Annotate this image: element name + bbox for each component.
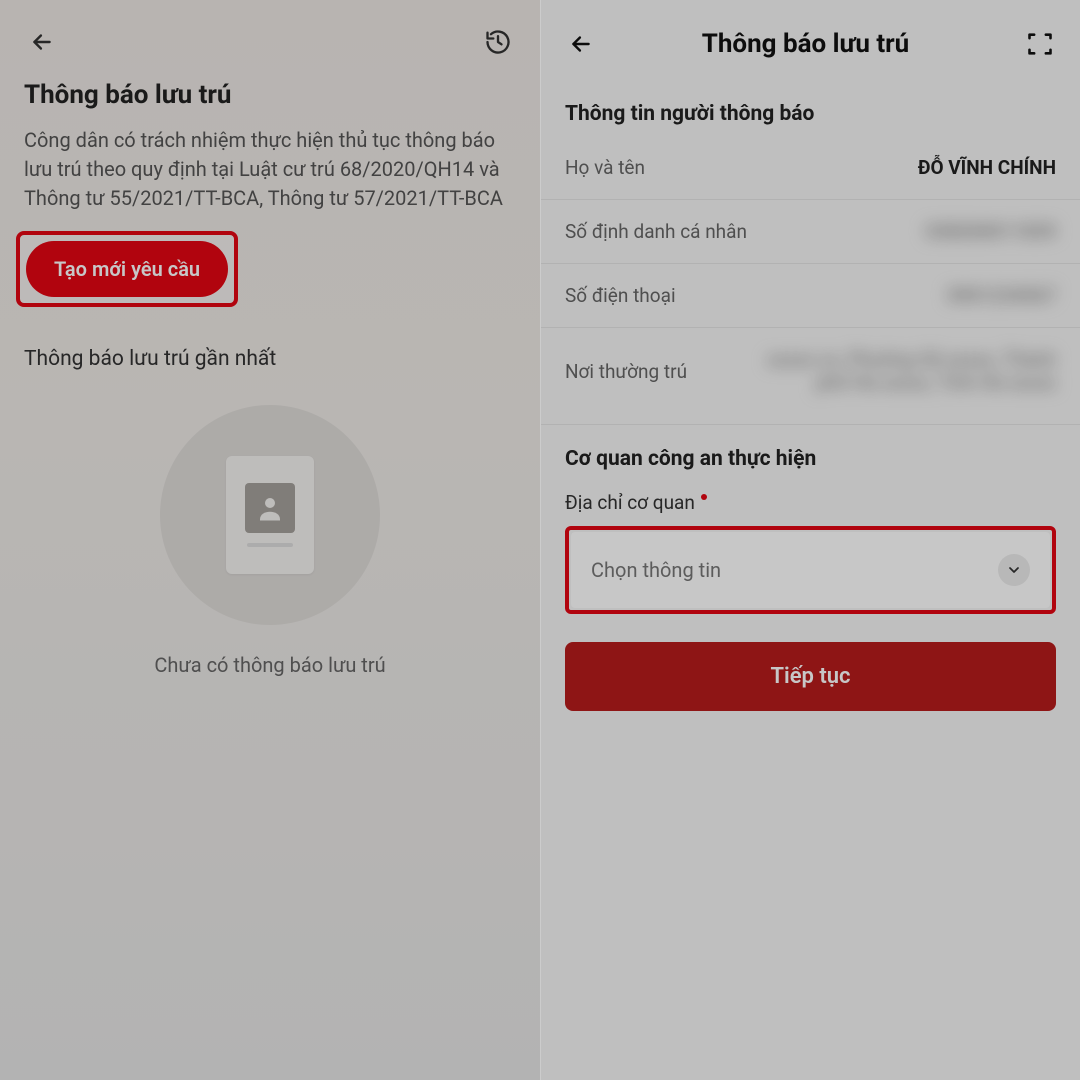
empty-card-icon	[226, 456, 314, 574]
agency-section: Cơ quan công an thực hiện Địa chỉ cơ qua…	[541, 425, 1080, 711]
phone-value: 0901234567	[947, 284, 1056, 307]
empty-state: Chưa có thông báo lưu trú	[0, 395, 540, 677]
create-highlight: Tạo mới yêu cầu	[16, 231, 238, 307]
select-highlight: Chọn thông tin	[565, 526, 1056, 614]
scan-icon[interactable]	[1022, 26, 1058, 62]
empty-circle-bg	[160, 405, 380, 625]
required-dot-icon	[701, 494, 707, 500]
row-phone: Số điện thoại 0901234567	[541, 264, 1080, 328]
card-line	[247, 543, 293, 547]
row-name: Họ và tên ĐỖ VĨNH CHÍNH	[541, 136, 1080, 200]
continue-button[interactable]: Tiếp tục	[565, 642, 1056, 711]
residence-label: Nơi thường trú	[565, 360, 687, 383]
row-id: Số định danh cá nhân 038200011839	[541, 200, 1080, 264]
right-screen: Thông báo lưu trú Thông tin người thông …	[540, 0, 1080, 1080]
back-icon[interactable]	[24, 24, 60, 60]
header-title: Thông báo lưu trú	[613, 29, 1008, 59]
history-icon[interactable]	[480, 24, 516, 60]
phone-label: Số điện thoại	[565, 284, 676, 307]
back-icon[interactable]	[563, 26, 599, 62]
agency-address-select[interactable]: Chọn thông tin	[571, 532, 1050, 608]
id-value: 038200011839	[926, 220, 1056, 243]
right-top-bar: Thông báo lưu trú	[541, 0, 1080, 80]
page-title: Thông báo lưu trú	[0, 72, 540, 126]
page-description: Công dân có trách nhiệm thực hiện thủ tụ…	[0, 126, 540, 231]
name-value: ĐỖ VĨNH CHÍNH	[918, 156, 1056, 179]
person-icon	[245, 483, 295, 533]
empty-text: Chưa có thông báo lưu trú	[154, 653, 385, 677]
left-screen: Thông báo lưu trú Công dân có trách nhiệ…	[0, 0, 540, 1080]
left-top-bar	[0, 0, 540, 72]
create-request-button[interactable]: Tạo mới yêu cầu	[26, 241, 228, 297]
chevron-down-icon	[998, 554, 1030, 586]
residence-value: xxxxx xx, Phường Xã xxxxx, Thành phố Hà …	[746, 348, 1056, 394]
row-residence: Nơi thường trú xxxxx xx, Phường Xã xxxxx…	[541, 328, 1080, 414]
agency-address-label: Địa chỉ cơ quan	[565, 491, 1056, 514]
name-label: Họ và tên	[565, 156, 645, 179]
id-label: Số định danh cá nhân	[565, 220, 747, 243]
reporter-section-title: Thông tin người thông báo	[541, 80, 1080, 136]
select-placeholder: Chọn thông tin	[591, 558, 721, 582]
agency-section-title: Cơ quan công an thực hiện	[565, 447, 1056, 471]
recent-section-title: Thông báo lưu trú gần nhất	[0, 307, 540, 395]
